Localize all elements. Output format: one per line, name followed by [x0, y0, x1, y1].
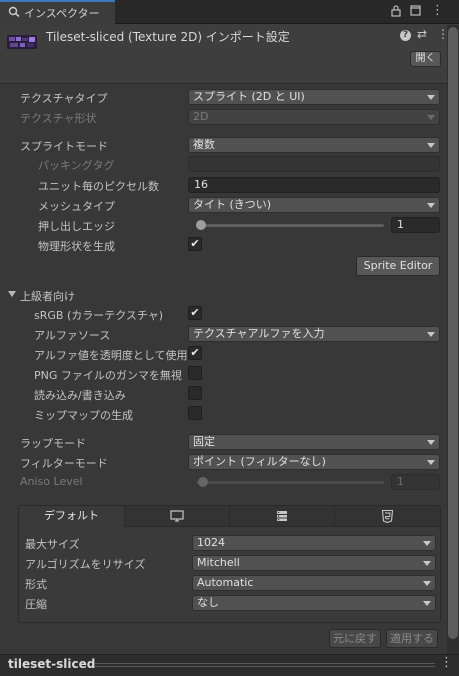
chevron-down-icon: [423, 601, 431, 606]
maximize-icon[interactable]: [410, 5, 421, 19]
aniso-field: 1: [391, 474, 440, 490]
filter-mode-dropdown[interactable]: ポイント (フィルターなし): [188, 454, 440, 470]
compression-dropdown[interactable]: なし: [192, 595, 436, 611]
foldout-arrow-icon[interactable]: [8, 291, 16, 297]
help-icon[interactable]: ?: [400, 30, 411, 41]
alpha-transparency-checkbox[interactable]: ✔: [188, 346, 202, 360]
format-label: 形式: [25, 578, 47, 591]
inspector-icon: [8, 6, 20, 18]
footer-divider[interactable]: [95, 666, 435, 667]
texture-shape-value: 2D: [193, 110, 209, 123]
lock-icon[interactable]: [391, 5, 401, 20]
alpha-source-dropdown[interactable]: テクスチャアルファを入力: [188, 326, 440, 342]
open-button[interactable]: 開く: [410, 51, 441, 67]
extrude-label: 押し出しエッジ: [38, 220, 115, 233]
monitor-icon: [170, 510, 184, 522]
checkmark-icon: ✔: [190, 237, 200, 250]
chevron-down-icon: [427, 332, 435, 337]
max-size-label: 最大サイズ: [25, 538, 80, 551]
extrude-slider-track[interactable]: [196, 224, 384, 227]
chevron-down-icon: [427, 143, 435, 148]
footer-menu-icon[interactable]: ⋮: [440, 655, 453, 670]
advanced-section-label[interactable]: 上級者向け: [20, 288, 75, 304]
ppu-field[interactable]: 16: [188, 177, 440, 193]
compression-value: なし: [197, 596, 219, 609]
texture-shape-dropdown: 2D: [188, 109, 440, 125]
sprite-mode-label: スプライトモード: [20, 140, 108, 153]
wrap-mode-dropdown[interactable]: 固定: [188, 434, 440, 450]
tab-default[interactable]: デフォルト: [19, 506, 125, 527]
preset-icon[interactable]: ⇄: [417, 27, 427, 41]
aniso-slider-track: [196, 481, 384, 484]
aniso-slider-knob: [198, 477, 208, 487]
read-write-label: 読み込み/書き込み: [34, 389, 126, 402]
aniso-level-label: Aniso Level: [20, 475, 83, 488]
ignore-png-gamma-checkbox[interactable]: [188, 366, 202, 380]
physics-shape-label: 物理形状を生成: [38, 240, 115, 253]
texture-type-dropdown[interactable]: スプライト (2D と UI): [188, 89, 440, 105]
texture-shape-label: テクスチャ形状: [20, 112, 97, 125]
revert-button[interactable]: 元に戻す: [329, 629, 381, 648]
resize-algorithm-dropdown[interactable]: Mitchell: [192, 555, 436, 571]
alpha-transparency-label: アルファ値を透明度として使用: [34, 349, 188, 362]
tab-server[interactable]: [230, 506, 335, 527]
wrap-mode-label: ラップモード: [20, 437, 86, 450]
filter-mode-label: フィルターモード: [20, 457, 108, 470]
mesh-type-value: タイト (きつい): [193, 198, 272, 211]
chevron-down-icon: [423, 541, 431, 546]
chevron-down-icon: [423, 581, 431, 586]
packing-tag-label: パッキングタグ: [38, 159, 115, 172]
alpha-source-value: テクスチャアルファを入力: [193, 327, 325, 340]
chevron-down-icon: [427, 95, 435, 100]
texture-type-value: スプライト (2D と UI): [193, 90, 305, 103]
max-size-value: 1024: [197, 536, 225, 549]
resize-algorithm-label: アルゴリズムをリサイズ: [25, 558, 146, 571]
filter-mode-value: ポイント (フィルターなし): [193, 455, 326, 468]
extrude-slider-knob[interactable]: [196, 220, 206, 230]
chevron-down-icon: [427, 460, 435, 465]
mesh-type-label: メッシュタイプ: [38, 200, 115, 213]
mesh-type-dropdown[interactable]: タイト (きつい): [188, 197, 440, 213]
asset-title: Tileset-sliced (Texture 2D) インポート設定: [46, 30, 290, 44]
footer-asset-name: tileset-sliced: [8, 657, 96, 671]
chevron-down-icon: [423, 561, 431, 566]
tab-title: インスペクター: [24, 7, 100, 20]
format-value: Automatic: [197, 576, 254, 589]
chevron-down-icon: [427, 115, 435, 120]
sprite-mode-dropdown[interactable]: 複数: [188, 137, 440, 153]
scrollbar-thumb[interactable]: [448, 27, 458, 639]
mipmap-checkbox[interactable]: [188, 406, 202, 420]
apply-button[interactable]: 適用する: [386, 629, 438, 648]
server-icon: [277, 511, 287, 521]
read-write-checkbox[interactable]: [188, 386, 202, 400]
resize-algorithm-value: Mitchell: [197, 556, 240, 569]
max-size-dropdown[interactable]: 1024: [192, 535, 436, 551]
wrap-mode-value: 固定: [193, 435, 215, 448]
chevron-down-icon: [427, 203, 435, 208]
sprite-editor-button[interactable]: Sprite Editor: [356, 256, 440, 276]
srgb-checkbox[interactable]: ✔: [188, 306, 202, 320]
format-dropdown[interactable]: Automatic: [192, 575, 436, 591]
compression-label: 圧縮: [25, 598, 47, 611]
physics-shape-checkbox[interactable]: ✔: [188, 237, 202, 251]
tab-webgl[interactable]: [335, 506, 440, 527]
sprite-mode-value: 複数: [193, 138, 215, 151]
packing-tag-field: [188, 156, 440, 172]
mipmap-label: ミップマップの生成: [34, 409, 133, 422]
srgb-label: sRGB (カラーテクスチャ): [34, 309, 164, 322]
extrude-field[interactable]: 1: [391, 217, 440, 233]
checkmark-icon: ✔: [190, 306, 200, 319]
html5-icon: [381, 509, 394, 524]
ignore-png-gamma-label: PNG ファイルのガンマを無視: [34, 369, 182, 382]
texture-thumbnail-icon: [7, 33, 37, 51]
ppu-label: ユニット毎のピクセル数: [38, 180, 159, 193]
alpha-source-label: アルファソース: [34, 329, 111, 342]
footer-divider[interactable]: [95, 663, 435, 664]
chevron-down-icon: [427, 440, 435, 445]
texture-type-label: テクスチャタイプ: [20, 92, 108, 105]
tab-standalone[interactable]: [125, 506, 230, 527]
kebab-menu-icon[interactable]: ⋮: [431, 3, 444, 18]
checkmark-icon: ✔: [190, 346, 200, 359]
